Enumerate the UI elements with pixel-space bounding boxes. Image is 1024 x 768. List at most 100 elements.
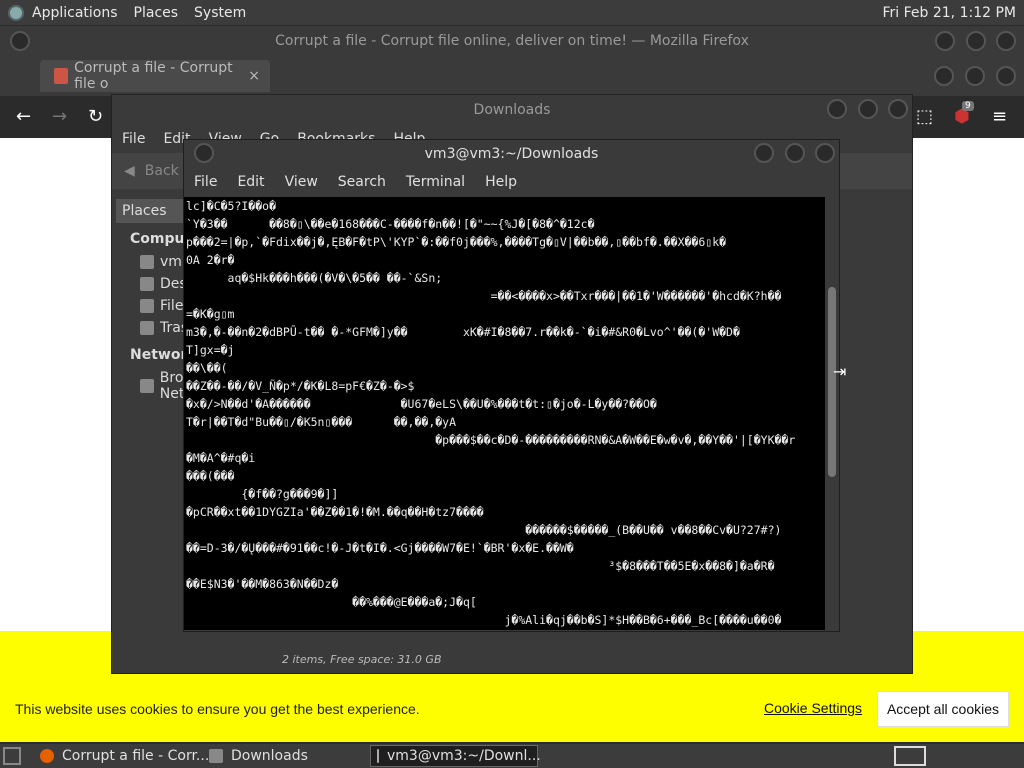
minimize-button[interactable] (935, 31, 956, 51)
bottom-taskbar: Corrupt a file - Corr... Downloads vm3@v… (0, 744, 1024, 768)
terminal-menu-view[interactable]: View (285, 174, 318, 190)
terminal-line: ��%���@E���a�;J�q[ (186, 595, 477, 609)
terminal-scrollbar[interactable] (825, 197, 839, 630)
terminal-line: =��<����x>��Txr���|��1�'W������'�hcd�K?h… (186, 289, 782, 303)
firefox-icon (40, 749, 54, 763)
taskbar-item-label: Corrupt a file - Corr... (62, 748, 210, 764)
terminal-menu-help[interactable]: Help (485, 174, 517, 190)
panel-menus: Applications Places System (0, 0, 270, 25)
terminal-line: ��\��( (186, 361, 228, 375)
tabstrip-maximize-button[interactable] (964, 66, 985, 86)
taskbar-item-label: Downloads (231, 748, 308, 764)
terminal-line: �pCR��xt��1DYGZIa'��Z��1�!�M.��q��H�tz7�… (186, 505, 484, 519)
drive-icon (140, 299, 154, 313)
firefox-title: Corrupt a file - Corrupt file online, de… (275, 33, 749, 49)
terminal-line: =�K�g▯m (186, 307, 235, 321)
terminal-menu-search[interactable]: Search (338, 174, 386, 190)
terminal-menu-file[interactable]: File (194, 174, 217, 190)
window-menu-button[interactable] (10, 31, 30, 51)
taskbar-item-terminal[interactable]: vm3@vm3:~/Downl... (370, 745, 541, 767)
terminal-window-menu-button[interactable] (194, 143, 214, 163)
desktop-screen: Applications Places System Fri Feb 21, 1… (0, 0, 1024, 768)
back-arrow-icon[interactable]: ◀ (124, 163, 135, 179)
downloads-statusbar: 2 items, Free space: 31.0 GB (272, 648, 912, 672)
extensions-icon[interactable]: ⬚ (916, 106, 933, 127)
terminal-line: lc]�C�5?I��o� (186, 199, 277, 213)
terminal-line: ��=D-3�/�Ų���#�91��c!�-J�t�I�.<Gj����W7�… (186, 541, 574, 555)
show-desktop-icon[interactable] (3, 747, 21, 765)
terminal-scrollbar-thumb[interactable] (828, 287, 836, 477)
mouse-cursor-icon: ⇥ (833, 362, 847, 381)
tab-corrupt-a-file[interactable]: Corrupt a file - Corrupt file o × (40, 60, 270, 92)
hamburger-menu-icon[interactable]: ≡ (992, 106, 1007, 127)
window-controls (929, 31, 1016, 55)
terminal-line: T�r|��T�d"Bu��▯/�K5n▯��� ��,��,�yA (186, 415, 457, 429)
folder-icon (209, 749, 223, 763)
downloads-title: Downloads (473, 102, 551, 118)
site-favicon-icon (54, 68, 69, 84)
gnome-foot-icon[interactable] (8, 4, 24, 21)
accept-cookies-button[interactable]: Accept all cookies (877, 691, 1009, 727)
firefox-titlebar: Corrupt a file - Corrupt file online, de… (0, 26, 1024, 56)
menu-applications[interactable]: Applications (32, 5, 118, 21)
menu-system[interactable]: System (194, 5, 246, 21)
terminal-titlebar: vm3@vm3:~/Downloads (184, 140, 839, 168)
tab-strip: Corrupt a file - Corrupt file o × (0, 56, 1024, 96)
terminal-window-controls (748, 143, 835, 167)
downloads-maximize-button[interactable] (857, 99, 878, 119)
terminal-line: `Y�3�� ��8�▯\��e�168���C-����f�n��![�"~~… (186, 217, 595, 231)
taskbar-item-firefox[interactable]: Corrupt a file - Corr... (34, 745, 226, 767)
terminal-title: vm3@vm3:~/Downloads (424, 146, 599, 162)
maximize-button[interactable] (965, 31, 986, 51)
terminal-line: �x�/>N��d'�A������ �U67�eLS\��U�%���t�t:… (186, 397, 657, 411)
terminal-line: ������$�����_(B��U�� v��8��Cv�U?27#?) (186, 523, 782, 537)
network-icon (140, 379, 154, 393)
terminal-line: {�f��?g���9�]] (186, 487, 339, 501)
tab-label: Corrupt a file - Corrupt file o (74, 60, 233, 92)
cookie-settings-link[interactable]: Cookie Settings (764, 700, 862, 716)
top-panel: Applications Places System Fri Feb 21, 1… (0, 0, 1024, 25)
terminal-line: 0A 2�r� (186, 253, 235, 267)
workspace-switcher[interactable] (894, 746, 926, 766)
terminal-line: �p���$��c�D�-���������RN�&A�W��E�w�v�,��… (186, 433, 796, 447)
terminal-minimize-button[interactable] (754, 143, 775, 163)
close-button[interactable] (996, 31, 1016, 51)
terminal-menu-edit[interactable]: Edit (237, 174, 264, 190)
terminal-line: �M�A^�#q�i (186, 451, 256, 465)
forward-arrow-icon[interactable]: → (52, 106, 67, 127)
panel-clock[interactable]: Fri Feb 21, 1:12 PM (883, 5, 1017, 21)
terminal-menu-terminal[interactable]: Terminal (406, 174, 465, 190)
tab-close-icon[interactable]: × (248, 68, 260, 84)
terminal-line: ���(��� (186, 469, 235, 483)
taskbar-item-downloads[interactable]: Downloads (203, 745, 371, 767)
downloads-close-button[interactable] (888, 99, 908, 119)
terminal-icon (377, 749, 379, 763)
downloads-menu-file[interactable]: File (122, 131, 145, 147)
terminal-line: m3�,�-��n�2�dBPŪ-t�� �-*GFM�]y�� xK�#I�8… (186, 325, 740, 339)
home-folder-icon (140, 255, 154, 269)
ublock-badge: 9 (962, 101, 974, 111)
downloads-titlebar: Downloads (112, 95, 912, 125)
downloads-minimize-button[interactable] (827, 99, 848, 119)
terminal-close-button[interactable] (815, 143, 835, 163)
trash-icon (140, 321, 154, 335)
tabstrip-window-controls (928, 66, 1016, 90)
reload-icon[interactable]: ↻ (88, 106, 103, 127)
terminal-line: ��Z��-��/�V_Ñ�p*/�K�L8=pF€�Z�-�>$ (186, 379, 415, 393)
terminal-line: T]gx=�j (186, 343, 235, 357)
cookie-text: This website uses cookies to ensure you … (15, 701, 420, 717)
downloads-window-controls (821, 99, 908, 123)
tabstrip-close-button[interactable] (996, 66, 1016, 86)
terminal-maximize-button[interactable] (784, 143, 805, 163)
tabstrip-minimize-button[interactable] (933, 66, 954, 86)
back-arrow-icon[interactable]: ← (16, 106, 31, 127)
taskbar-item-label: vm3@vm3:~/Downl... (387, 748, 541, 764)
back-button[interactable]: Back (145, 163, 179, 179)
desktop-folder-icon (140, 277, 154, 291)
menu-places[interactable]: Places (134, 5, 179, 21)
terminal-window: vm3@vm3:~/Downloads File Edit View Searc… (183, 139, 840, 632)
terminal-line: aq�$Hk���h���(�V�\�5�� ��-`&Sn; (186, 271, 443, 285)
terminal-menubar: File Edit View Search Terminal Help (184, 168, 839, 196)
terminal-output[interactable]: lc]�C�5?I��o� `Y�3�� ��8�▯\��e�168���C-��… (184, 197, 826, 630)
terminal-line: p���2=|�p,`�Fdix��j�,ĘB�F�tP\'KYP`�:��f0… (186, 235, 727, 249)
